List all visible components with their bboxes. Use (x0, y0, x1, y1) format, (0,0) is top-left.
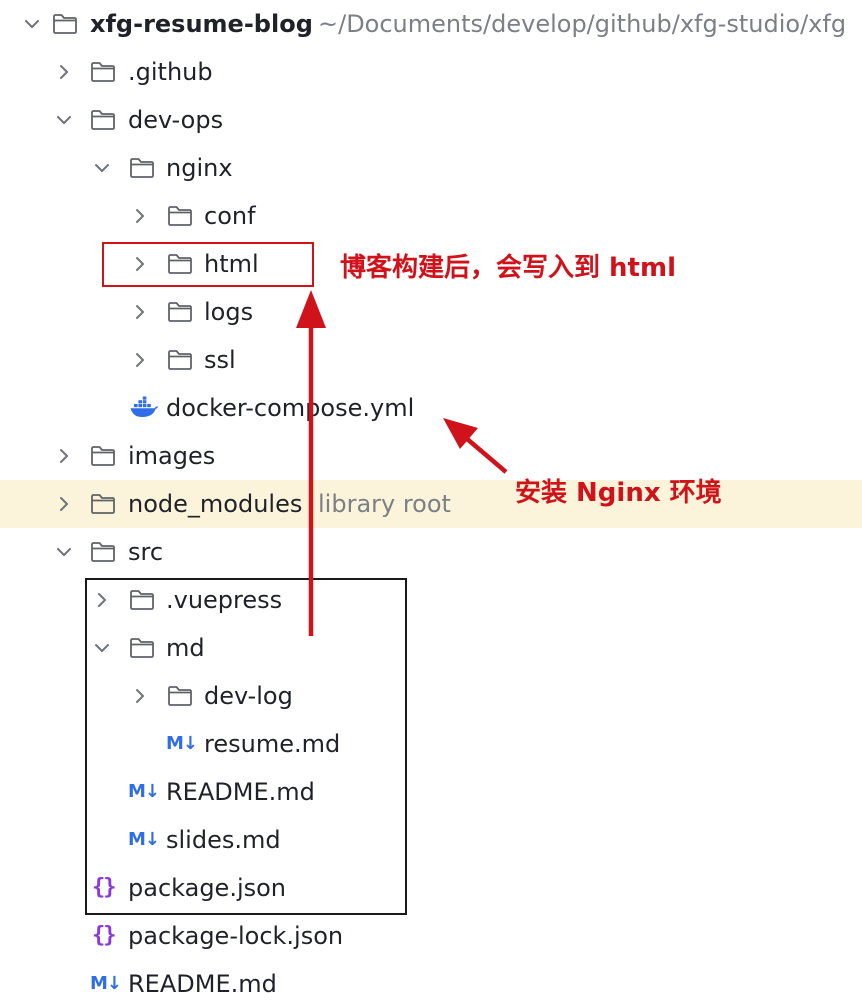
tree-row-logs[interactable]: logs (0, 288, 862, 336)
folder-icon (90, 492, 116, 516)
folder-icon (90, 60, 116, 84)
src-highlight-box (85, 578, 407, 915)
tree-row-ssl[interactable]: ssl (0, 336, 862, 384)
chevron-right-icon[interactable] (54, 494, 74, 514)
tree-row-package-lock-json[interactable]: {} package-lock.json (0, 912, 862, 960)
chevron-right-icon[interactable] (130, 206, 150, 226)
tree-row-conf[interactable]: conf (0, 192, 862, 240)
chevron-down-icon[interactable] (54, 542, 74, 562)
tree-item-label: conf (204, 202, 256, 230)
json-icon: {} (92, 923, 116, 948)
tree-row-node-modules[interactable]: node_modules library root (0, 480, 862, 528)
folder-icon (52, 12, 78, 36)
tree-row-nginx[interactable]: nginx (0, 144, 862, 192)
tree-item-label: package-lock.json (128, 922, 344, 950)
chevron-right-icon[interactable] (130, 350, 150, 370)
tree-item-label: dev-ops (128, 106, 224, 134)
markdown-icon: M↓ (90, 973, 122, 994)
tree-row-github[interactable]: .github (0, 48, 862, 96)
tree-row-docker-compose[interactable]: docker-compose.yml (0, 384, 862, 432)
docker-icon (130, 396, 158, 417)
tree-item-label: nginx (166, 154, 233, 182)
tree-item-label: ssl (204, 346, 236, 374)
tree-item-label: logs (204, 298, 254, 326)
chevron-right-icon[interactable] (130, 302, 150, 322)
chevron-down-icon[interactable] (22, 14, 42, 34)
chevron-down-icon[interactable] (54, 110, 74, 130)
chevron-right-icon[interactable] (54, 62, 74, 82)
folder-icon (90, 444, 116, 468)
folder-icon (129, 156, 155, 180)
tree-item-label: docker-compose.yml (166, 394, 415, 422)
annotation-html-note: 博客构建后，会写入到 html (340, 253, 676, 283)
folder-icon (167, 300, 193, 324)
folder-icon (90, 540, 116, 564)
folder-icon (90, 108, 116, 132)
tree-row-dev-ops[interactable]: dev-ops (0, 96, 862, 144)
tree-row-root[interactable]: xfg-resume-blog ~/Documents/develop/gith… (0, 0, 862, 48)
project-path: ~/Documents/develop/github/xfg-studio/xf… (318, 10, 847, 38)
project-name: xfg-resume-blog (90, 10, 313, 38)
tree-item-label: src (128, 538, 164, 566)
folder-icon (167, 348, 193, 372)
tree-item-label: README.md (128, 970, 277, 998)
chevron-down-icon[interactable] (92, 158, 112, 178)
tree-item-label: node_modules (128, 490, 303, 518)
tree-row-src[interactable]: src (0, 528, 862, 576)
tree-row-readme-root[interactable]: M↓ README.md (0, 960, 862, 1006)
library-root-hint: library root (318, 490, 451, 518)
chevron-right-icon[interactable] (54, 446, 74, 466)
html-highlight-box (102, 242, 314, 287)
annotation-nginx-note: 安装 Nginx 环境 (515, 478, 722, 508)
tree-item-label: images (128, 442, 216, 470)
tree-row-images[interactable]: images (0, 432, 862, 480)
tree-item-label: .github (128, 58, 213, 86)
folder-icon (167, 204, 193, 228)
